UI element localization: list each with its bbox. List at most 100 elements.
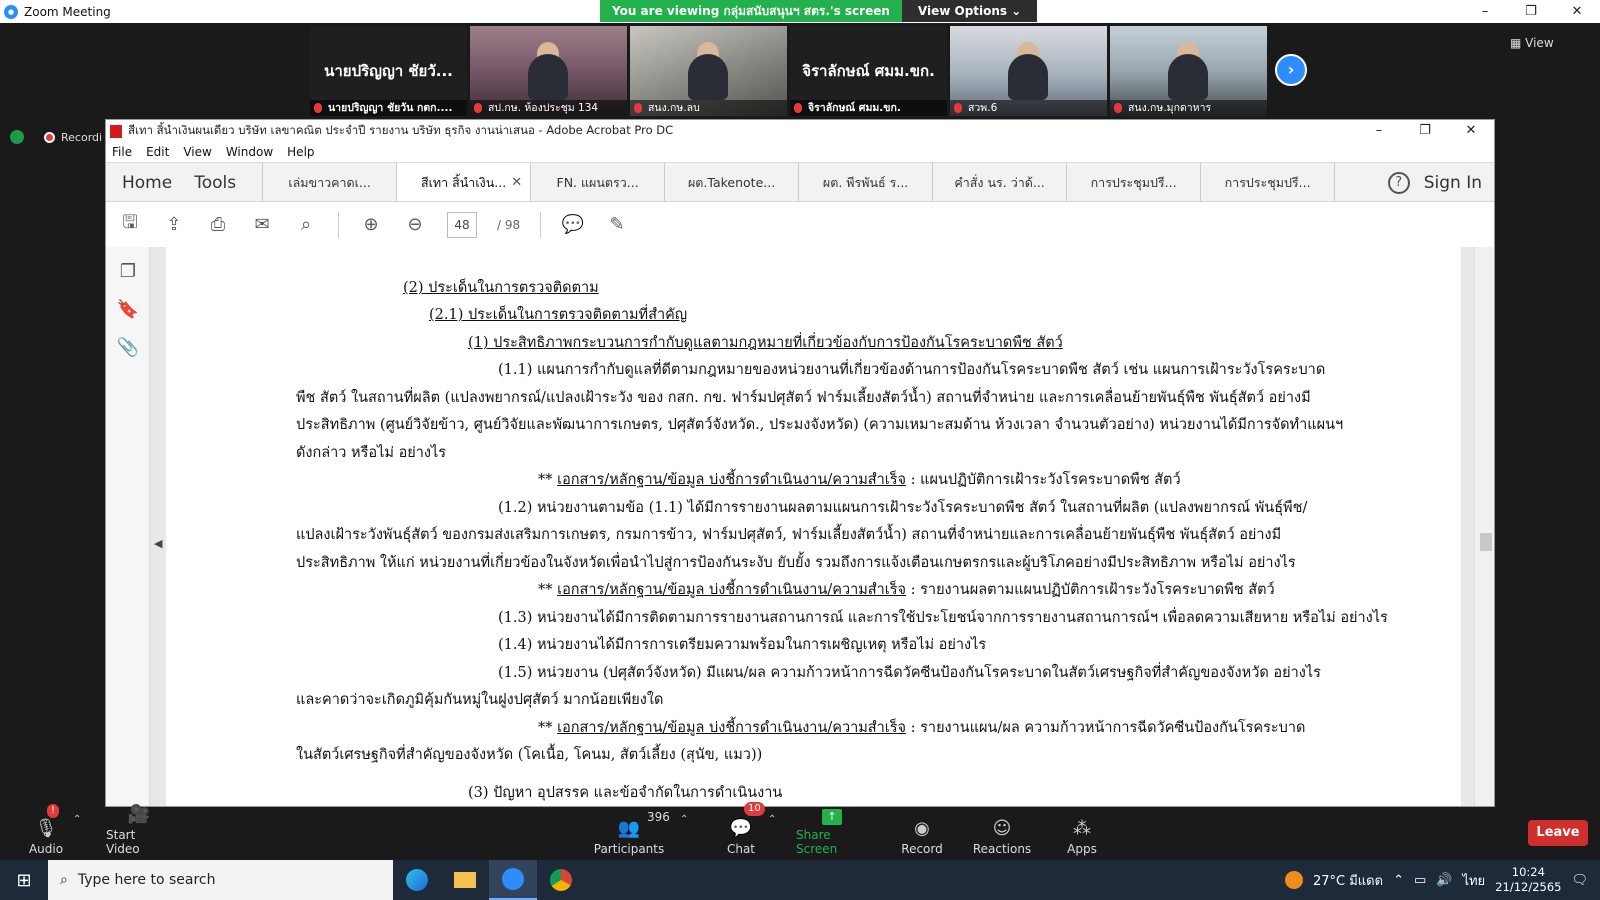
participant-tile[interactable]: นายปริญญา ชัยวั... นายปริญญา ชัยวัน กตก.… [310, 26, 467, 116]
next-page-icon[interactable]: ⊖ [403, 213, 427, 237]
paragraph-line: (1.2) หน่วยงานตามข้อ (1.1) ได้มีการรายงา… [498, 500, 1308, 516]
notifications-icon[interactable]: 🗨 [1571, 873, 1588, 888]
paragraph-line: ประสิทธิภาพ ให้แก่ หน่วยงานที่เกี่ยวข้อง… [296, 555, 1296, 571]
taskbar-search[interactable]: ⌕ Type here to search [48, 860, 393, 900]
apps-icon: ⁂ [1073, 818, 1091, 839]
paragraph-line: ดังกล่าว หรือไม่ อย่างไร [296, 445, 447, 461]
volume-icon[interactable]: 🔊 [1436, 873, 1452, 888]
tab-bar: Home Tools เล่มขาวคาดเ... สีเทา สิ้นำเงิ… [106, 162, 1494, 202]
audio-button[interactable]: 🎙 Audio [28, 808, 64, 860]
view-options-button[interactable]: View Options ⌄ [901, 0, 1038, 22]
weather-text[interactable]: 27°C มีแดด [1313, 870, 1383, 891]
file-explorer-icon[interactable] [441, 860, 489, 900]
collapse-panel-icon[interactable]: ◀ [154, 537, 162, 550]
participants-count: 396 [647, 810, 670, 824]
pdf-icon [110, 124, 122, 138]
menu-help[interactable]: Help [287, 145, 314, 159]
participant-caption: นายปริญญา ชัยวัน กตก.... [310, 100, 467, 116]
participant-tile[interactable]: จิราลักษณ์ ศมม.ขก. จิราลักษณ์ ศมม.ขก. [790, 26, 947, 116]
comment-icon[interactable]: 💬 [561, 213, 585, 237]
minimize-icon[interactable]: – [1462, 0, 1508, 23]
scroll-thumb[interactable] [1480, 533, 1492, 551]
audio-options-icon[interactable]: ⌃ [73, 814, 81, 825]
reactions-button[interactable]: ☺ Reactions [973, 808, 1031, 860]
pages-icon[interactable]: ❐ [116, 261, 140, 285]
edge-icon[interactable] [393, 860, 441, 900]
camera-off-icon: 🎥 [127, 804, 151, 825]
document-tab[interactable]: ผต.Takenote... [665, 163, 800, 201]
participant-caption: สนง.กษ.ลบ [630, 100, 787, 116]
paragraph-line: แปลงเฝ้าระวังพันธุ์สัตว์ ของกรมส่งเสริมก… [296, 527, 1282, 543]
close-tab-icon[interactable]: ✕ [511, 163, 522, 201]
participant-tile[interactable]: สนง.กษ.มุกดาหาร [1110, 26, 1267, 116]
document-tab[interactable]: FN. แผนตรว... [531, 163, 666, 201]
clock[interactable]: 10:24 21/12/2565 [1495, 865, 1561, 895]
record-button[interactable]: ◉ Record [901, 808, 942, 860]
search-icon[interactable]: ⌕ [294, 213, 318, 237]
sign-pen-icon[interactable]: ✎ [605, 213, 629, 237]
email-icon[interactable]: ✉ [250, 213, 274, 237]
zoom-meeting-controls: 🎙 Audio ! ⌃ 🎥 Start Video 👥 Participants… [0, 802, 1600, 860]
network-icon[interactable]: ▭ [1414, 873, 1426, 888]
chat-options-icon[interactable]: ⌃ [768, 814, 776, 825]
participant-name: จิราลักษณ์ ศมม.ขก. [802, 62, 935, 80]
paragraph-line: พืช สัตว์ ในสถานที่ผลิต (แปลงพยากรณ์/แปล… [296, 390, 1311, 406]
page-number-input[interactable]: 48 [447, 211, 477, 238]
tab-home[interactable]: Home [106, 163, 188, 201]
close-icon[interactable]: ✕ [1554, 0, 1600, 23]
participant-name: นายปริญญา ชัยวั... [324, 62, 453, 80]
document-tab[interactable]: คำสั่ง นร. ว่าด้... [933, 163, 1068, 201]
shield-icon [10, 130, 24, 144]
tray-chevron-icon[interactable]: ⌃ [1393, 873, 1404, 888]
language-indicator[interactable]: ไทย [1462, 870, 1485, 891]
chat-badge: 10 [744, 802, 765, 816]
restore-icon[interactable]: ❐ [1402, 120, 1448, 142]
taskbar: ⊞ ⌕ Type here to search 27°C มีแดด ⌃ ▭ 🔊… [0, 860, 1600, 900]
chrome-icon[interactable] [537, 860, 585, 900]
tab-tools[interactable]: Tools [188, 163, 264, 201]
share-screen-button[interactable]: ↑ Share Screen [796, 808, 868, 860]
prev-page-icon[interactable]: ⊕ [359, 213, 383, 237]
paragraph-line: ประสิทธิภาพ (ศูนย์วิจัยข้าว, ศูนย์วิจัยแ… [296, 417, 1344, 433]
participant-tile[interactable]: สวพ.6 [950, 26, 1107, 116]
menu-file[interactable]: File [112, 145, 132, 159]
view-button[interactable]: ▦ View [1510, 36, 1554, 50]
windows-start-icon[interactable]: ⊞ [0, 860, 48, 900]
participants-icon: 👥 [617, 818, 641, 839]
zoom-taskbar-icon[interactable] [489, 860, 537, 900]
acrobat-window: สีเทา สิ้นำเงินผนเดียว บริษัท เลขาคณิต ป… [105, 119, 1495, 807]
menu-edit[interactable]: Edit [146, 145, 169, 159]
help-icon[interactable]: ? [1387, 172, 1410, 194]
document-tab-active[interactable]: สีเทา สิ้นำเงิน... ✕ [397, 163, 532, 201]
acrobat-title-bar: สีเทา สิ้นำเงินผนเดียว บริษัท เลขาคณิต ป… [106, 120, 1494, 142]
minimize-icon[interactable]: – [1356, 120, 1402, 142]
document-tab[interactable]: ผต. พีรพันธ์ ร... [799, 163, 934, 201]
document-area: ❐ 🔖 📎 ◀ (2) ประเด็นในการตรวจติดตาม (2.1)… [106, 247, 1494, 806]
restore-icon[interactable]: ❐ [1508, 0, 1554, 23]
close-icon[interactable]: ✕ [1448, 120, 1494, 142]
attachment-icon[interactable]: 📎 [116, 337, 140, 361]
sign-in-button[interactable]: Sign In [1424, 173, 1482, 193]
participant-tile[interactable]: สนง.กษ.ลบ [630, 26, 787, 116]
apps-button[interactable]: ⁂ Apps [1066, 808, 1098, 860]
leave-button[interactable]: Leave [1528, 820, 1588, 846]
document-tab[interactable]: การประชุมปรี... [1201, 163, 1336, 201]
document-tab[interactable]: การประชุมปรี... [1067, 163, 1202, 201]
menu-view[interactable]: View [183, 145, 211, 159]
menu-window[interactable]: Window [226, 145, 273, 159]
bookmark-icon[interactable]: 🔖 [116, 299, 140, 323]
document-tab[interactable]: เล่มขาวคาดเ... [263, 163, 398, 201]
next-participants-icon[interactable]: › [1275, 54, 1307, 86]
menu-bar: File Edit View Window Help [106, 142, 1494, 162]
upload-icon[interactable]: ⇪ [162, 213, 186, 237]
participants-options-icon[interactable]: ⌃ [680, 814, 688, 825]
vertical-scrollbar[interactable] [1474, 247, 1494, 806]
start-video-button[interactable]: 🎥 Start Video [106, 804, 172, 860]
microphone-icon: 🎙 [34, 818, 58, 839]
participant-tile[interactable]: สป.กษ. ห้องประชุม 134 [470, 26, 627, 116]
evidence-line: ** เอกสาร/หลักฐาน/ข้อมูล บ่งชี้การดำเนิน… [538, 472, 1181, 488]
system-tray: 27°C มีแดด ⌃ ▭ 🔊 ไทย 10:24 21/12/2565 🗨 [1284, 860, 1600, 900]
participant-caption: สนง.กษ.มุกดาหาร [1110, 100, 1267, 116]
print-icon[interactable]: ⎙ [206, 213, 230, 237]
save-icon[interactable]: 🖫 [118, 212, 142, 237]
